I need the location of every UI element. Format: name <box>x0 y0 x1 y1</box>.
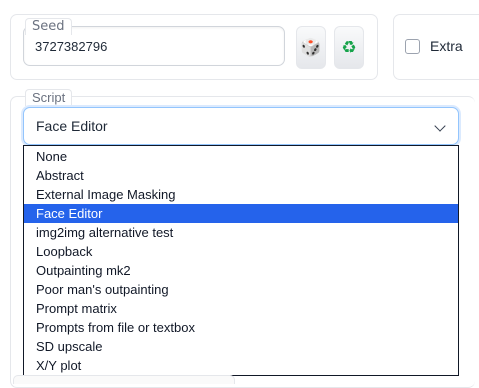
script-selected-value: Face Editor <box>36 118 108 134</box>
script-option[interactable]: Prompts from file or textbox <box>24 318 458 337</box>
dice-icon: 🎲 <box>300 37 322 58</box>
script-option[interactable]: Outpainting mk2 <box>24 261 458 280</box>
script-option[interactable]: Abstract <box>24 166 458 185</box>
seed-label: Seed <box>25 18 72 35</box>
script-option[interactable]: External Image Masking <box>24 185 458 204</box>
extra-label: Extra <box>430 38 463 54</box>
script-option[interactable]: X/Y plot <box>24 356 458 375</box>
chevron-down-icon <box>434 120 446 132</box>
random-seed-button[interactable]: 🎲 <box>296 26 326 69</box>
reuse-seed-button[interactable]: ♻ <box>334 26 364 69</box>
script-option[interactable]: Prompt matrix <box>24 299 458 318</box>
recycle-icon: ♻ <box>341 37 357 58</box>
script-label: Script <box>25 89 73 106</box>
script-dropdown-list: None Abstract External Image Masking Face E… <box>23 145 459 376</box>
script-option[interactable]: SD upscale <box>24 337 458 356</box>
script-select[interactable]: Face Editor <box>23 107 459 145</box>
script-option[interactable]: Poor man's outpainting <box>24 280 458 299</box>
script-option[interactable]: None <box>24 147 458 166</box>
script-option[interactable]: Face Editor <box>24 204 458 223</box>
extra-checkbox[interactable] <box>405 39 420 54</box>
script-option[interactable]: Loopback <box>24 242 458 261</box>
script-option[interactable]: img2img alternative test <box>24 223 458 242</box>
